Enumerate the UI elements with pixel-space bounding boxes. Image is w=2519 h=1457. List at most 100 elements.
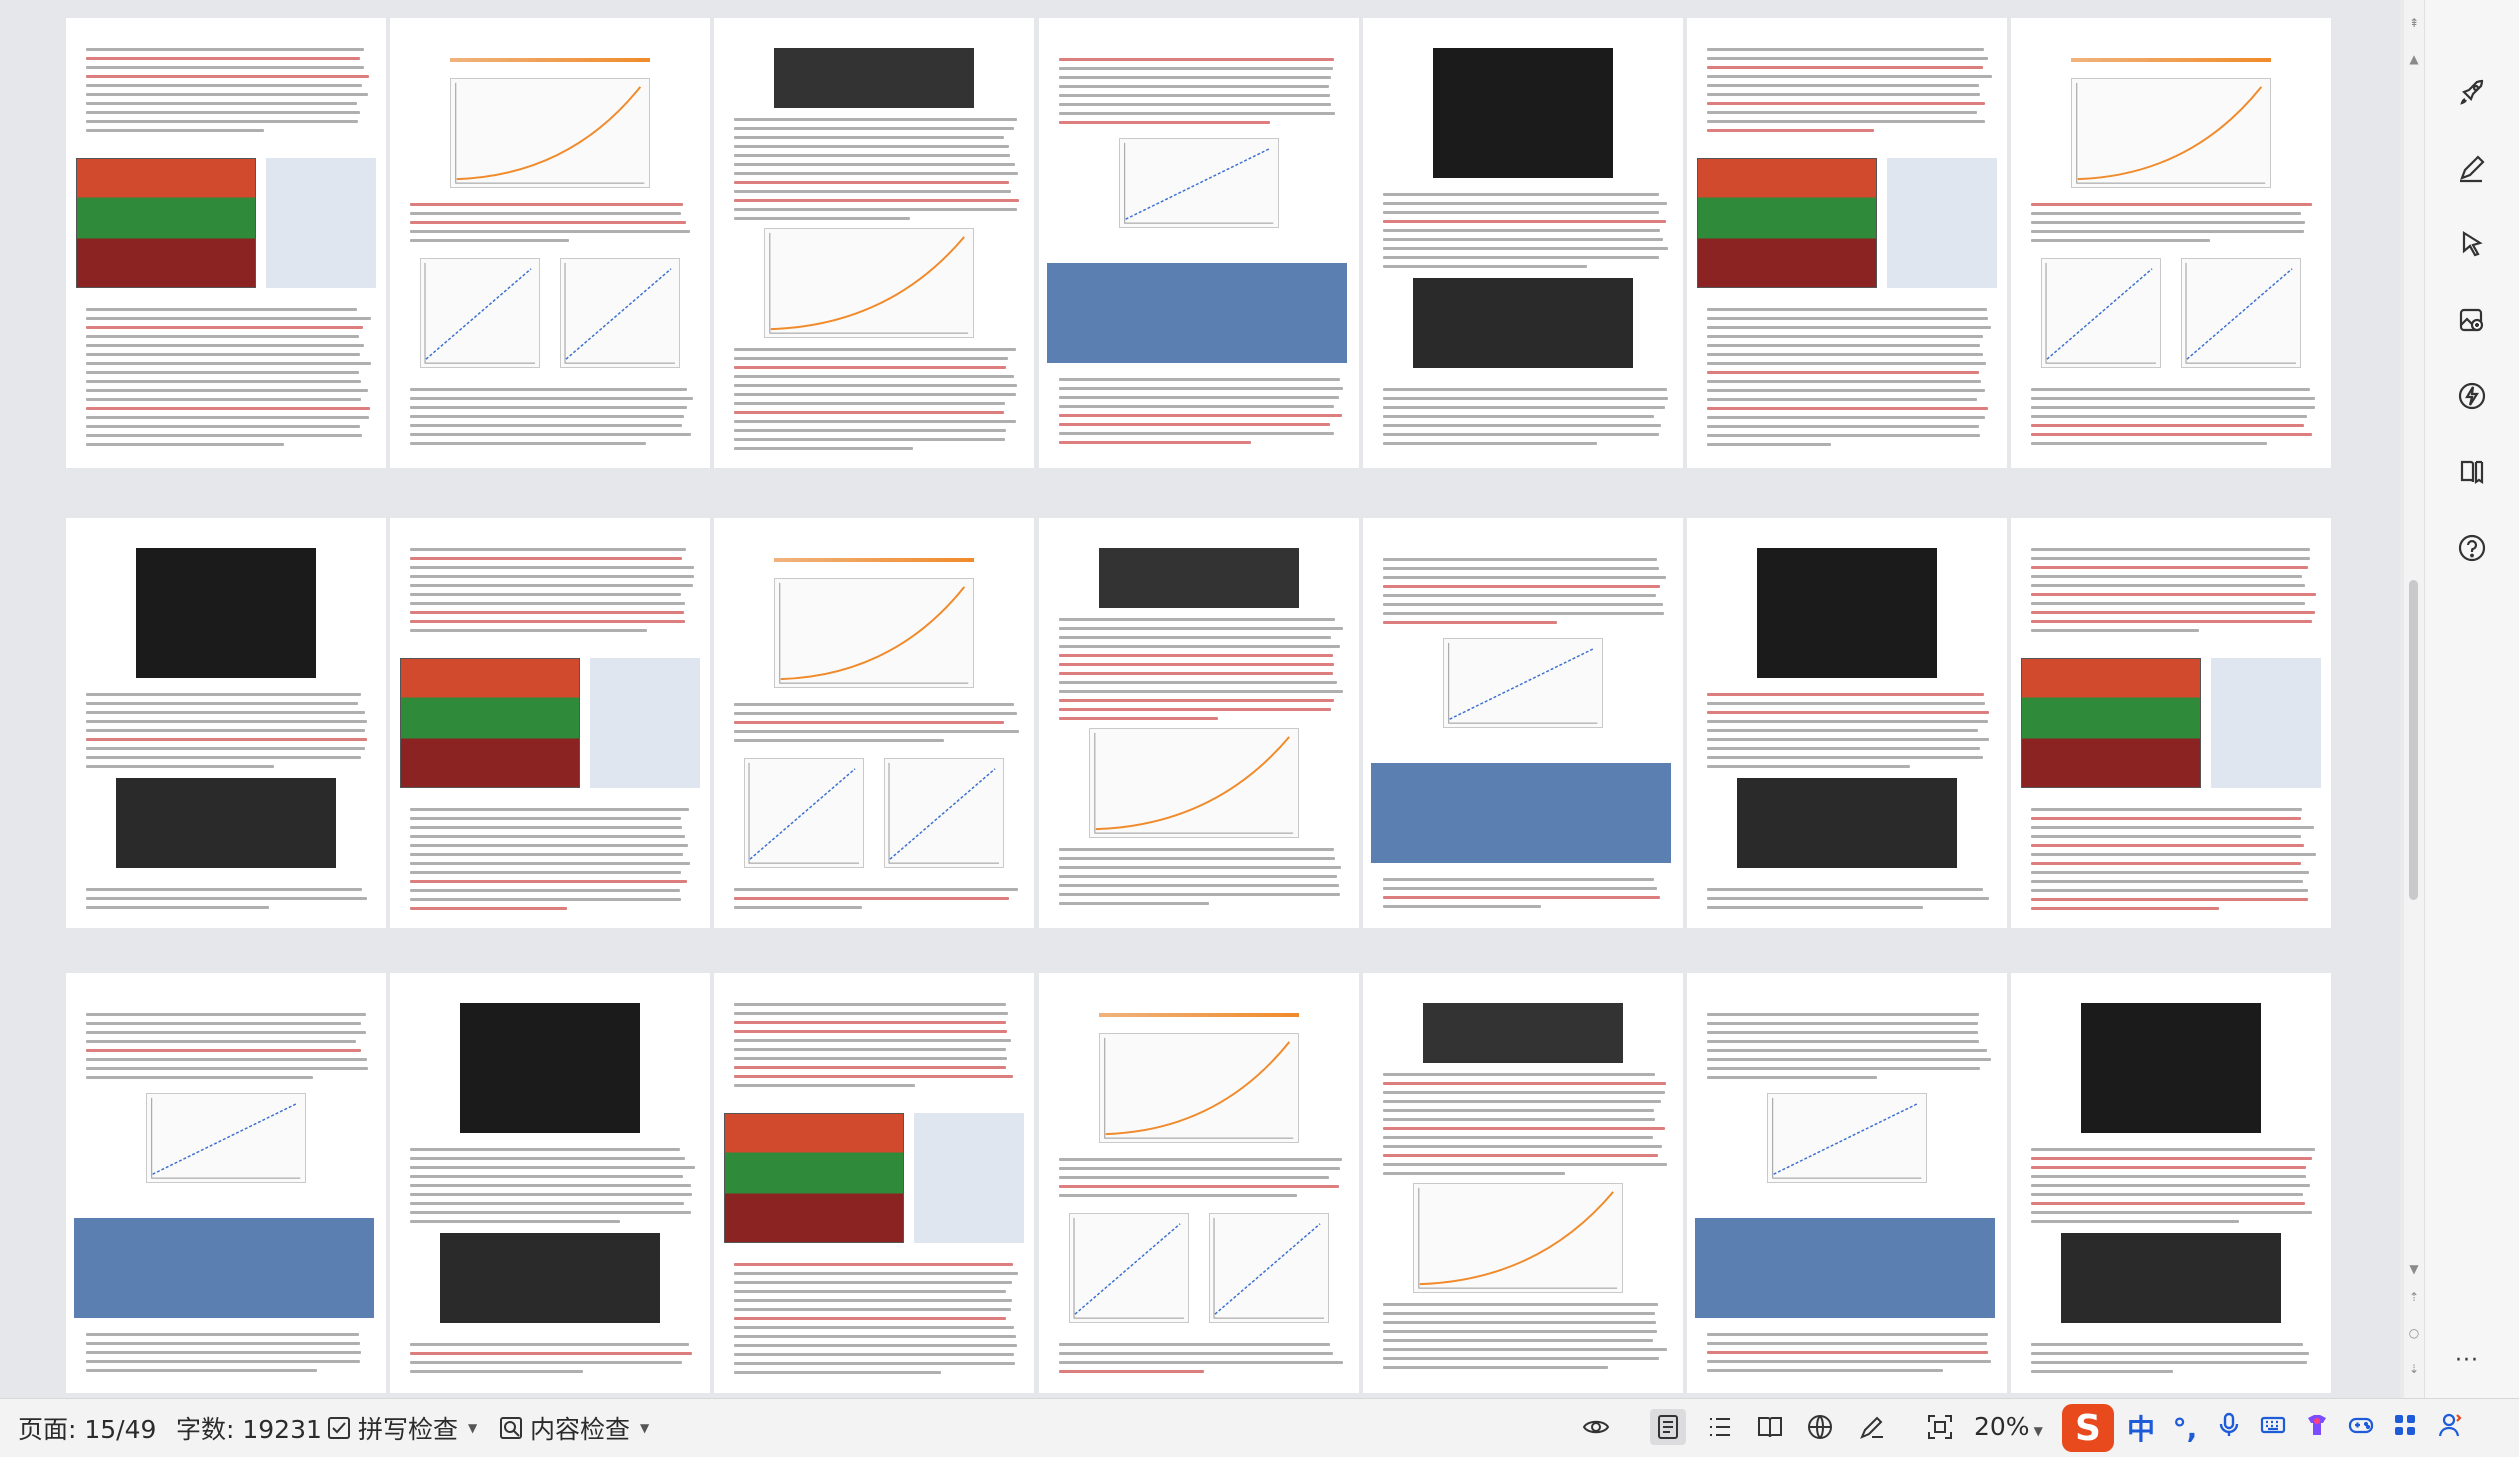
text-line bbox=[2031, 1184, 2310, 1187]
reading-mode-icon[interactable] bbox=[1754, 1411, 1786, 1443]
text-line bbox=[2031, 1361, 2308, 1364]
spellcheck-button[interactable]: 拼写检查 ▼ bbox=[326, 1410, 477, 1446]
page-thumbnail[interactable] bbox=[1687, 518, 2007, 928]
ime-punctuation-toggle[interactable]: °, bbox=[2168, 1412, 2202, 1445]
text-line bbox=[734, 402, 1005, 405]
eye-protection-icon[interactable] bbox=[1580, 1411, 1612, 1443]
text-line bbox=[2031, 1175, 2307, 1178]
text-line bbox=[734, 888, 1018, 891]
lightning-icon[interactable] bbox=[2452, 376, 2492, 416]
rocket-icon[interactable] bbox=[2452, 72, 2492, 112]
text-line bbox=[734, 1057, 1007, 1060]
scroll-top-icon[interactable]: ⇞ bbox=[2407, 16, 2421, 30]
vertical-scrollbar[interactable]: ⇞ ▲ ▼ ⇡ ○ ⇣ bbox=[2404, 0, 2424, 1398]
pointer-icon[interactable] bbox=[2452, 224, 2492, 264]
text-line bbox=[1383, 878, 1654, 881]
word-count[interactable]: 字数: 19231 bbox=[176, 1410, 322, 1446]
text-line bbox=[2031, 230, 2305, 233]
document-canvas[interactable] bbox=[0, 0, 2400, 1398]
page-thumbnail[interactable] bbox=[714, 18, 1034, 468]
pen-icon[interactable] bbox=[2452, 148, 2492, 188]
text-line bbox=[2031, 880, 2303, 883]
page-marker-icon[interactable]: ○ bbox=[2407, 1326, 2421, 1340]
page-thumbnail[interactable] bbox=[390, 18, 710, 468]
text-line bbox=[86, 425, 360, 428]
outline-view-icon[interactable] bbox=[1704, 1411, 1736, 1443]
scroll-up-arrow[interactable]: ▲ bbox=[2407, 52, 2421, 66]
text-line bbox=[1383, 585, 1661, 588]
prev-page-icon[interactable]: ⇡ bbox=[2407, 1290, 2421, 1304]
page-thumbnail[interactable] bbox=[1039, 18, 1359, 468]
page-thumbnail[interactable] bbox=[2011, 18, 2331, 468]
highlight-bar bbox=[1099, 1013, 1299, 1017]
sogou-logo-icon[interactable]: S bbox=[2062, 1404, 2114, 1452]
web-layout-icon[interactable] bbox=[1804, 1411, 1836, 1443]
page-thumbnail[interactable] bbox=[1363, 18, 1683, 468]
page-thumbnail[interactable] bbox=[714, 973, 1034, 1393]
text-line bbox=[2031, 221, 2306, 224]
page-thumbnail[interactable] bbox=[1363, 973, 1683, 1393]
text-line bbox=[86, 1369, 317, 1372]
skin-icon[interactable] bbox=[2300, 1411, 2334, 1446]
text-line bbox=[86, 1058, 368, 1061]
text-line bbox=[1059, 1167, 1340, 1170]
zoom-dropdown-icon[interactable]: ▼ bbox=[2034, 1424, 2043, 1438]
page-thumbnail[interactable] bbox=[1039, 973, 1359, 1393]
text-line bbox=[1383, 1366, 1608, 1369]
screenshot-figure bbox=[1371, 763, 1671, 863]
page-thumbnail[interactable] bbox=[1039, 518, 1359, 928]
ime-language-toggle[interactable]: 中 bbox=[2124, 1408, 2158, 1448]
zoom-level[interactable]: 20% ▼ bbox=[1974, 1412, 2043, 1441]
text-line bbox=[1383, 433, 1659, 436]
page-thumbnail[interactable] bbox=[66, 518, 386, 928]
page-thumbnail[interactable] bbox=[390, 518, 710, 928]
spellcheck-dropdown-icon[interactable]: ▼ bbox=[468, 1421, 477, 1435]
help-icon[interactable] bbox=[2452, 528, 2492, 568]
page-view-icon[interactable] bbox=[1650, 1409, 1686, 1445]
content-check-dropdown-icon[interactable]: ▼ bbox=[640, 1421, 649, 1435]
text-line bbox=[734, 375, 1015, 378]
figure-plot bbox=[1089, 728, 1299, 838]
scrollbar-thumb[interactable] bbox=[2409, 580, 2418, 900]
next-page-icon[interactable]: ⇣ bbox=[2407, 1362, 2421, 1376]
text-line bbox=[1707, 897, 1989, 900]
content-check-button[interactable]: 内容检查 ▼ bbox=[498, 1410, 649, 1446]
page-thumbnail[interactable] bbox=[1687, 18, 2007, 468]
more-options-icon[interactable]: ··· bbox=[2455, 1348, 2479, 1373]
ime-user-icon[interactable] bbox=[2432, 1411, 2466, 1446]
page-thumbnail[interactable] bbox=[1687, 973, 2007, 1393]
microphone-icon[interactable] bbox=[2212, 1411, 2246, 1446]
text-line bbox=[86, 380, 361, 383]
figure-plot bbox=[774, 578, 974, 688]
text-line bbox=[1707, 407, 1989, 410]
scroll-down-arrow[interactable]: ▼ bbox=[2407, 1262, 2421, 1276]
text-line bbox=[1383, 1303, 1659, 1306]
keyboard-icon[interactable] bbox=[2256, 1411, 2290, 1446]
page-thumbnail[interactable] bbox=[1363, 518, 1683, 928]
text-line bbox=[734, 1272, 1019, 1275]
text-line bbox=[410, 907, 567, 910]
text-line bbox=[1707, 75, 1992, 78]
text-line bbox=[734, 1362, 1016, 1365]
page-thumbnail[interactable] bbox=[2011, 518, 2331, 928]
text-line bbox=[2031, 808, 2303, 811]
page-thumbnail[interactable] bbox=[2011, 973, 2331, 1393]
page-indicator[interactable]: 页面: 15/49 bbox=[18, 1410, 156, 1446]
text-line bbox=[1707, 362, 1986, 365]
text-line bbox=[410, 1193, 693, 1196]
page-thumbnail[interactable] bbox=[66, 973, 386, 1393]
image-edit-icon[interactable] bbox=[2452, 300, 2492, 340]
text-line bbox=[2031, 862, 2302, 865]
game-icon[interactable] bbox=[2344, 1411, 2378, 1446]
page-thumbnail[interactable] bbox=[714, 518, 1034, 928]
page-thumbnail[interactable] bbox=[66, 18, 386, 468]
toolbox-icon[interactable] bbox=[2388, 1411, 2422, 1446]
book-icon[interactable] bbox=[2452, 452, 2492, 492]
write-mode-icon[interactable] bbox=[1856, 1411, 1888, 1443]
text-line bbox=[1707, 416, 1986, 419]
fit-page-icon[interactable] bbox=[1924, 1411, 1956, 1443]
text-line bbox=[86, 720, 367, 723]
screenshot-figure bbox=[1757, 548, 1937, 678]
page-thumbnail[interactable] bbox=[390, 973, 710, 1393]
text-line bbox=[1059, 423, 1331, 426]
